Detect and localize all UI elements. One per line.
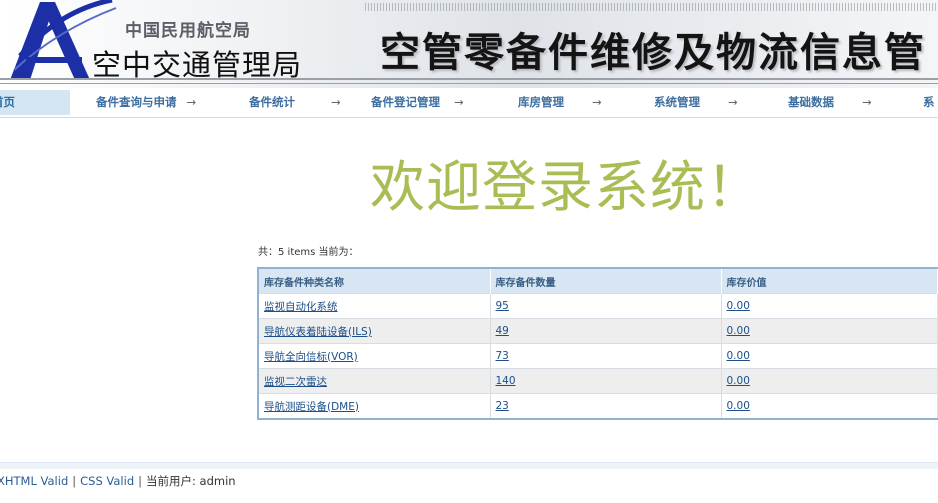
column-header-value[interactable]: 库存价值 (721, 269, 938, 294)
table-cell: 0.00 (721, 393, 938, 418)
table-cell: 导航全向信标(VOR) (259, 343, 491, 369)
category-link[interactable]: 导航全向信标(VOR) (264, 351, 358, 363)
pager-info: 共：5 items 当前为： (258, 247, 359, 258)
table-cell: 95 (490, 293, 722, 319)
quantity-link[interactable]: 73 (496, 350, 509, 362)
table-cell: 监视二次雷达 (259, 368, 491, 394)
arrow-right-icon: → (592, 95, 602, 109)
current-user-label: 当前用户: (146, 474, 196, 488)
arrow-right-icon: → (454, 95, 464, 109)
column-header-quantity[interactable]: 库存备件数量 (490, 269, 722, 294)
current-user: admin (199, 474, 236, 488)
table-cell: 监视自动化系统 (259, 293, 491, 319)
category-link[interactable]: 监视二次雷达 (264, 376, 327, 388)
table-cell: 49 (490, 318, 722, 344)
value-link[interactable]: 0.00 (727, 325, 750, 337)
table-row: 导航仪表着陆设备(ILS) 49 0.00 (259, 318, 938, 344)
table-header-row: 库存备件种类名称 库存备件数量 库存价值 (259, 269, 938, 294)
quantity-link[interactable]: 49 (496, 325, 509, 337)
header-divider (0, 78, 938, 88)
footer-separator: | (138, 474, 142, 488)
table-cell: 140 (490, 368, 722, 394)
quantity-link[interactable]: 140 (496, 375, 516, 387)
table-row: 监视自动化系统 95 0.00 (259, 293, 938, 319)
nav-label: 系统管理 (654, 95, 700, 109)
quantity-link[interactable]: 23 (496, 400, 509, 412)
table-row: 导航测距设备(DME) 23 0.00 (259, 393, 938, 418)
org-subtitle: 中国民用航空局 (125, 21, 251, 41)
nav-label: 库房管理 (518, 95, 564, 109)
footer: XHTML Valid | CSS Valid | 当前用户: admin (0, 473, 236, 489)
table-row: 导航全向信标(VOR) 73 0.00 (259, 343, 938, 369)
nav-label: 首页 (0, 95, 15, 109)
arrow-right-icon: → (186, 95, 197, 109)
value-link[interactable]: 0.00 (727, 350, 750, 362)
arrow-right-icon: → (331, 95, 341, 109)
category-link[interactable]: 导航仪表着陆设备(ILS) (264, 326, 372, 338)
value-link[interactable]: 0.00 (727, 375, 750, 387)
quantity-link[interactable]: 95 (496, 300, 509, 312)
nav-item-system[interactable]: 系统管理 → (654, 90, 738, 115)
nav-item-home[interactable]: 首页 (0, 90, 70, 115)
value-link[interactable]: 0.00 (727, 300, 750, 312)
nav-item-part-registration[interactable]: 备件登记管理 → (371, 90, 464, 115)
welcome-message: 欢迎登录系统！ (370, 155, 763, 219)
column-header-category[interactable]: 库存备件种类名称 (259, 269, 491, 294)
table-cell: 0.00 (721, 293, 938, 319)
table-cell: 0.00 (721, 318, 938, 344)
system-title: 空管零备件维修及物流信息管 (380, 30, 926, 76)
footer-separator: | (72, 474, 77, 488)
nav-item-more[interactable]: 系 (923, 90, 935, 115)
table-cell: 73 (490, 343, 722, 369)
header-banner: 中国民用航空局 空中交通管理局 空管零备件维修及物流信息管 (0, 0, 938, 88)
nav-label: 备件查询与申请 (96, 95, 177, 109)
arrow-right-icon: → (728, 95, 738, 109)
table-cell: 导航测距设备(DME) (259, 393, 491, 418)
nav-label: 基础数据 (788, 95, 834, 109)
nav-label: 备件统计 (249, 95, 295, 109)
nav-item-part-query[interactable]: 备件查询与申请 → (96, 90, 196, 115)
footer-divider (0, 462, 938, 469)
main-nav: 首页 备件查询与申请 → 备件统计 → 备件登记管理 → 库房管理 → 系统管理 → 基础… (0, 90, 938, 118)
arrow-right-icon: → (862, 95, 872, 109)
table-row: 监视二次雷达 140 0.00 (259, 368, 938, 394)
xhtml-valid-link[interactable]: XHTML Valid (0, 474, 68, 488)
nav-label: 系 (923, 95, 935, 109)
table-cell: 0.00 (721, 368, 938, 394)
value-link[interactable]: 0.00 (727, 400, 750, 412)
inventory-table: 库存备件种类名称 库存备件数量 库存价值 监视自动化系统 95 0.00 导航仪… (257, 267, 938, 420)
nav-item-warehouse[interactable]: 库房管理 → (518, 90, 602, 115)
header-stripes (365, 3, 938, 11)
css-valid-link[interactable]: CSS Valid (80, 474, 134, 488)
nav-item-part-stats[interactable]: 备件统计 → (249, 90, 341, 115)
nav-label: 备件登记管理 (371, 95, 440, 109)
nav-item-basic-data[interactable]: 基础数据 → (788, 90, 872, 115)
table-cell: 0.00 (721, 343, 938, 369)
category-link[interactable]: 监视自动化系统 (264, 301, 338, 313)
category-link[interactable]: 导航测距设备(DME) (264, 401, 359, 413)
table-cell: 导航仪表着陆设备(ILS) (259, 318, 491, 344)
table-cell: 23 (490, 393, 722, 418)
